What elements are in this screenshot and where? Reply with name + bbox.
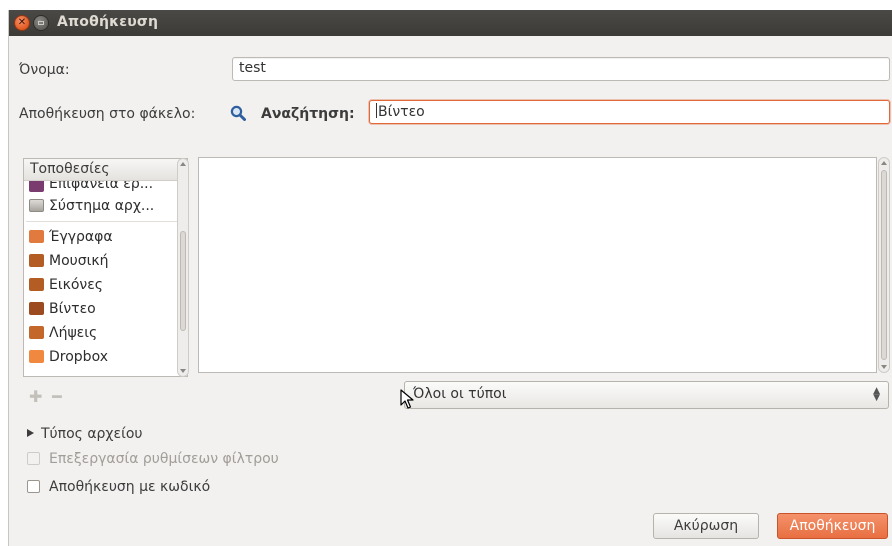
music-folder-icon <box>29 254 44 267</box>
file-list-scrollbar[interactable] <box>878 157 890 373</box>
places-sidebar[interactable]: Τοποθεσίες Επιφάνεια ερ... Σύστημα αρχ..… <box>23 158 188 377</box>
sidebar-item-pictures[interactable]: Εικόνες <box>24 273 187 297</box>
pictures-folder-icon <box>29 278 44 291</box>
documents-folder-icon <box>29 230 44 243</box>
add-bookmark-icon[interactable]: ✚ <box>29 387 42 406</box>
sidebar-item-documents[interactable]: Έγγραφα <box>24 225 187 249</box>
downloads-folder-icon <box>29 326 44 339</box>
file-type-filter-select[interactable]: Όλοι οι τύποι ▲ ▼ <box>404 381 889 409</box>
search-icon <box>230 105 246 121</box>
name-input-value: test <box>239 60 266 76</box>
scroll-down-icon[interactable] <box>180 369 186 373</box>
checkbox-box <box>27 452 40 465</box>
places-header: Τοποθεσίες <box>24 159 187 181</box>
scroll-up-icon[interactable] <box>881 161 887 165</box>
text-caret <box>376 103 377 118</box>
places-scroll-thumb[interactable] <box>180 231 186 331</box>
name-label: Όνομα: <box>19 62 70 78</box>
scroll-down-icon[interactable] <box>881 365 887 369</box>
sidebar-item-dropbox[interactable]: Dropbox <box>24 345 187 369</box>
filesystem-icon <box>29 199 44 212</box>
window-title: Αποθήκευση <box>57 14 159 30</box>
file-type-expander[interactable]: Τύπος αρχείου <box>27 426 143 442</box>
videos-folder-icon <box>29 302 44 315</box>
sidebar-item-desktop[interactable]: Επιφάνεια ερ... <box>24 181 187 194</box>
edit-filter-checkbox[interactable]: Επεξεργασία ρυθμίσεων φίλτρου <box>27 451 279 467</box>
mouse-pointer-icon <box>400 389 414 409</box>
sidebar-item-videos[interactable]: Βίντεο <box>24 297 187 321</box>
file-list[interactable] <box>198 157 877 373</box>
close-icon[interactable]: ✕ <box>15 16 29 30</box>
sidebar-item-music[interactable]: Μουσική <box>24 249 187 273</box>
file-list-scroll-thumb[interactable] <box>881 170 887 360</box>
desktop-icon <box>29 181 44 192</box>
scroll-up-icon[interactable] <box>180 162 186 166</box>
save-with-password-checkbox[interactable]: Αποθήκευση με κωδικό <box>27 479 210 495</box>
select-arrows-icon: ▲ ▼ <box>873 386 880 403</box>
save-dialog: ✕ Αποθήκευση Όνομα: test Αποθήκευση στο … <box>8 10 892 546</box>
search-input-value: Βίντεο <box>378 104 425 120</box>
title-bar: ✕ Αποθήκευση <box>9 10 892 36</box>
folder-label: Αποθήκευση στο φάκελο: <box>19 106 196 122</box>
places-scrollbar[interactable] <box>177 158 189 377</box>
remove-bookmark-icon[interactable]: ━ <box>52 387 62 406</box>
name-input[interactable]: test <box>232 57 890 81</box>
search-label: Αναζήτηση: <box>261 106 355 122</box>
expander-arrow-icon <box>27 429 34 437</box>
search-input[interactable]: Βίντεο <box>369 100 890 124</box>
cancel-button[interactable]: Ακύρωση <box>653 513 759 539</box>
places-separator <box>26 221 185 222</box>
file-type-filter-value: Όλοι οι τύποι <box>413 386 507 402</box>
minimize-icon[interactable] <box>34 16 48 30</box>
checkbox-box <box>27 480 40 493</box>
sidebar-item-downloads[interactable]: Λήψεις <box>24 321 187 345</box>
save-button[interactable]: Αποθήκευση <box>777 513 888 539</box>
sidebar-item-filesystem[interactable]: Σύστημα αρχ... <box>24 194 187 218</box>
dropbox-folder-icon <box>29 350 44 363</box>
